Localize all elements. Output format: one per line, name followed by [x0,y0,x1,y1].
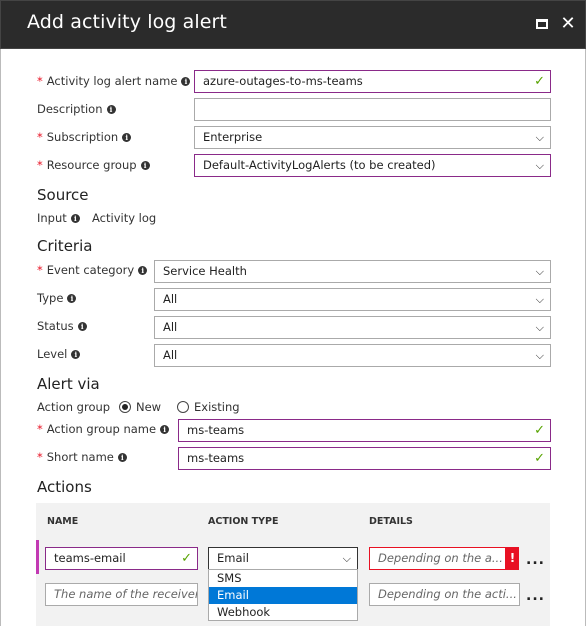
resource-group-select[interactable]: Default-ActivityLogAlerts (to be created… [194,154,551,177]
chevron-down-icon: ⌵ [535,131,544,144]
info-icon[interactable]: i [71,350,81,359]
alert-via-heading: Alert via [37,375,100,393]
column-header-action-type: ACTION TYPE [208,516,279,527]
check-icon: ✓ [534,423,545,438]
check-icon: ✓ [534,451,545,466]
description-input[interactable] [194,98,551,121]
chevron-down-icon: ⌵ [342,552,351,565]
type-select[interactable]: All ⌵ [154,288,551,311]
info-icon[interactable]: i [106,105,116,114]
info-icon[interactable]: i [181,77,191,86]
column-header-details: DETAILS [369,516,413,527]
short-name-label: * Short name i [37,450,127,464]
subscription-select[interactable]: Enterprise ⌵ [194,126,551,149]
info-icon[interactable]: i [117,453,127,462]
option-sms[interactable]: SMS [209,570,357,587]
alert-name-label: * Activity log alert name i [37,74,191,88]
blade-header: Add activity log alert ✕ [0,0,586,49]
required-marker: * [37,422,43,436]
radio-existing-label[interactable]: Existing [194,400,240,414]
subscription-label: * Subscription i [37,130,132,144]
chevron-down-icon: ⌵ [535,321,544,334]
more-options-button[interactable]: ... [526,588,545,604]
status-select[interactable]: All ⌵ [154,316,551,339]
required-marker: * [37,158,43,172]
info-icon[interactable]: i [140,161,150,170]
info-icon[interactable]: i [122,133,132,142]
action-group-label: Action group [37,400,111,414]
info-icon[interactable]: i [160,425,170,434]
required-marker: * [37,74,43,88]
chevron-down-icon: ⌵ [535,159,544,172]
details-input[interactable]: Depending on the a... [369,547,506,570]
action-group-name-input[interactable]: ms-teams ✓ [178,419,551,442]
event-category-label: * Event category i [37,263,148,277]
required-marker: * [37,130,43,144]
more-options-button[interactable]: ... [526,552,545,568]
input-value: Activity log [92,211,157,225]
close-icon[interactable]: ✕ [557,13,579,35]
resource-group-label: * Resource group i [37,158,150,172]
event-category-select[interactable]: Service Health ⌵ [154,260,551,283]
info-icon[interactable]: i [67,294,77,303]
error-icon: ! [506,547,519,570]
short-name-input[interactable]: ms-teams ✓ [178,447,551,470]
chevron-down-icon: ⌵ [535,265,544,278]
radio-new[interactable] [119,401,131,413]
required-marker: * [37,450,43,464]
chevron-down-icon: ⌵ [535,349,544,362]
chevron-down-icon: ⌵ [535,293,544,306]
receiver-name-input-new[interactable]: The name of the receiver [45,583,198,606]
status-label: Status i [37,319,87,333]
required-marker: * [37,263,43,277]
action-type-dropdown: SMS Email Webhook [208,569,358,621]
action-group-name-label: * Action group name i [37,422,170,436]
type-label: Type i [37,291,77,305]
criteria-heading: Criteria [37,237,93,255]
maximize-icon[interactable] [531,13,553,35]
action-type-select[interactable]: Email ⌵ [208,547,358,570]
receiver-name-input[interactable]: teams-email ✓ [45,547,198,570]
page-title: Add activity log alert [27,11,227,33]
level-select[interactable]: All ⌵ [154,344,551,367]
actions-heading: Actions [37,478,92,496]
description-label: Description i [37,102,116,116]
radio-new-label[interactable]: New [136,400,161,414]
info-icon[interactable]: i [138,266,148,275]
input-label: Input i [37,211,80,225]
check-icon: ✓ [181,551,192,566]
column-header-name: NAME [47,516,79,527]
info-icon[interactable]: i [77,322,87,331]
alert-name-input[interactable]: azure-outages-to-ms-teams ✓ [194,70,551,93]
row-selected-indicator [36,540,39,574]
check-icon: ✓ [534,74,545,89]
option-email[interactable]: Email [209,587,357,604]
option-webhook[interactable]: Webhook [209,604,357,621]
source-heading: Source [37,186,89,204]
radio-existing[interactable] [177,401,189,413]
info-icon[interactable]: i [70,214,80,223]
details-input-new[interactable]: Depending on the acti... [369,583,520,606]
level-label: Level i [37,347,81,361]
